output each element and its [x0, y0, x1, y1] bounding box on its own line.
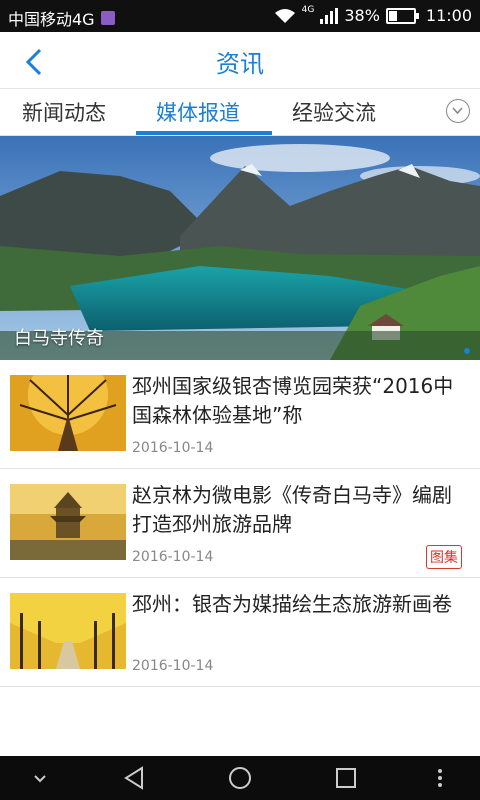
wifi-icon [274, 8, 295, 23]
battery-icon [385, 7, 419, 24]
article-thumbnail [10, 484, 126, 560]
active-tab-indicator [136, 131, 272, 135]
banner-caption: 白马寺传奇 [14, 328, 104, 349]
list-item[interactable]: 赵京林为微电影《传奇白马寺》编剧 打造邳州旅游品牌 2016-10-14 图集 [0, 469, 480, 578]
home-nav-icon[interactable] [226, 764, 254, 792]
article-date: 2016-10-14 [132, 658, 214, 674]
article-thumbnail [10, 375, 126, 451]
category-tabs: 新闻动态 媒体报道 经验交流 [0, 89, 480, 136]
clock: 11:00 [425, 6, 472, 25]
back-nav-icon[interactable] [120, 764, 148, 792]
header-bar: 资讯 [0, 32, 480, 89]
more-options-icon[interactable] [426, 764, 454, 792]
network-label: 4G [301, 4, 315, 15]
carrier-label: 中国移动4G [8, 10, 95, 29]
status-bar: 中国移动4G 4G 38% 11:00 [0, 0, 480, 32]
system-nav-bar [0, 756, 480, 800]
gallery-tag: 图集 [426, 545, 462, 569]
featured-banner[interactable]: 白马寺传奇 [0, 136, 480, 360]
carousel-indicator-dot [464, 348, 470, 354]
tab-experience[interactable]: 经验交流 [292, 97, 376, 127]
list-item[interactable]: 邳州：银杏为媒描绘生态旅游新画卷 2016-10-14 [0, 578, 480, 687]
tab-media-reports[interactable]: 媒体报道 [156, 97, 240, 127]
signal-icon [320, 7, 339, 24]
chevron-down-icon [452, 107, 463, 115]
recent-apps-icon[interactable] [332, 764, 360, 792]
list-item[interactable]: 邳州国家级银杏博览园荣获“2016中国森林体验基地”称 2016-10-14 [0, 360, 480, 469]
article-thumbnail [10, 593, 126, 669]
article-list: 邳州国家级银杏博览园荣获“2016中国森林体验基地”称 2016-10-14 赵… [0, 360, 480, 687]
tab-news[interactable]: 新闻动态 [22, 97, 106, 127]
battery-percent: 38% [344, 6, 380, 25]
article-title: 赵京林为微电影《传奇白马寺》编剧 打造邳州旅游品牌 [132, 483, 452, 536]
article-title: 邳州国家级银杏博览园荣获“2016中国森林体验基地”称 [132, 374, 454, 427]
article-title: 邳州：银杏为媒描绘生态旅游新画卷 [132, 592, 452, 616]
hide-nav-icon[interactable] [26, 764, 54, 792]
article-date: 2016-10-14 [132, 440, 214, 456]
expand-tabs-button[interactable] [446, 99, 470, 123]
article-date: 2016-10-14 [132, 549, 214, 565]
sim-icon [100, 11, 115, 25]
page-title: 资讯 [216, 50, 264, 78]
